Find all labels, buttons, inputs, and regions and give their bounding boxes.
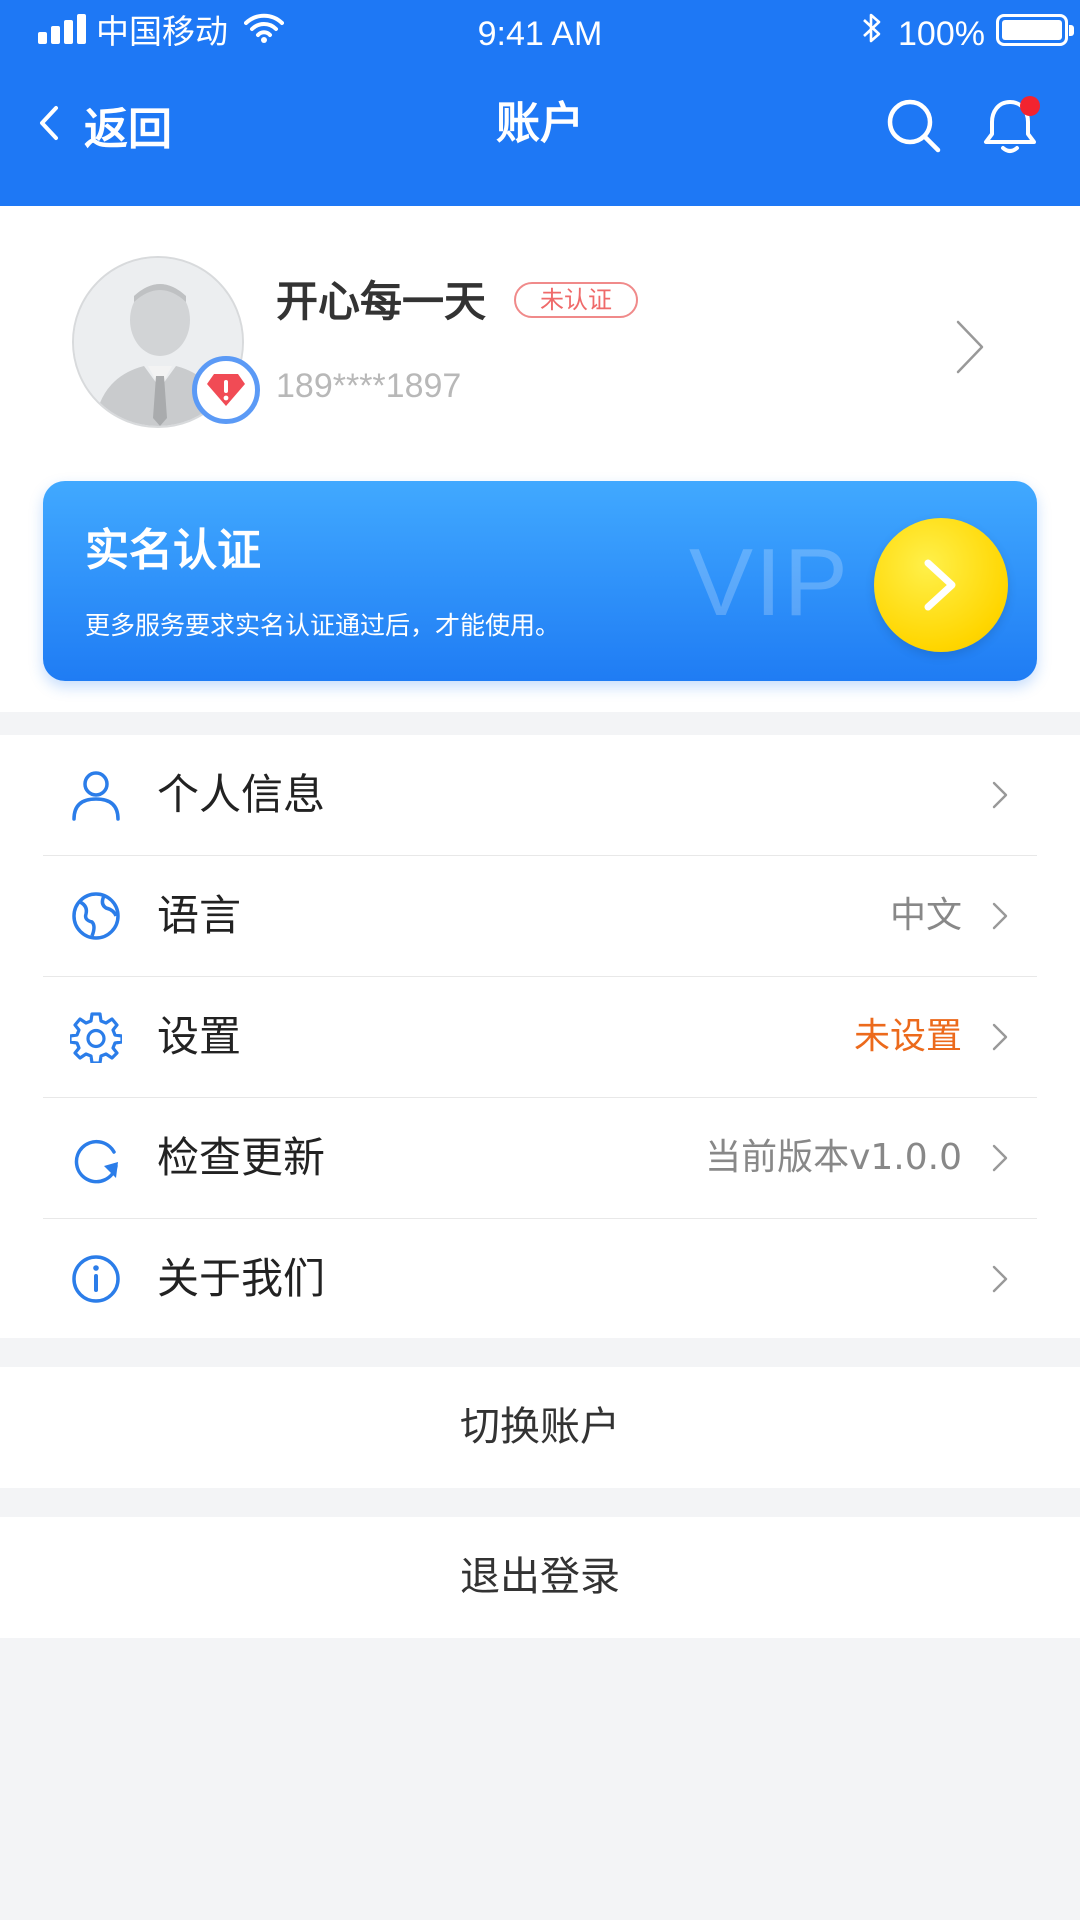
menu-value: 中文 — [889, 895, 962, 936]
menu-item-settings[interactable]: 设置 未设置 — [0, 977, 1080, 1098]
username: 开心每一天 — [276, 277, 487, 326]
profile-section: 开心每一天 未认证 189****1897 实名认证 更多服务要求实名认证通过后… — [0, 206, 1080, 712]
menu-item-personal-info[interactable]: 个人信息 — [0, 735, 1080, 856]
status-bar: 中国移动 9:41 AM 100% — [0, 0, 1080, 66]
back-label: 返回 — [84, 104, 172, 155]
alert-gem-icon — [207, 374, 245, 406]
chevron-right-icon — [990, 1142, 1010, 1178]
gear-icon — [68, 1011, 124, 1065]
search-icon — [887, 99, 941, 153]
verification-status-badge: 未认证 — [514, 282, 638, 318]
logout-button[interactable]: 退出登录 — [0, 1517, 1080, 1638]
menu-label: 检查更新 — [157, 1133, 326, 1182]
bluetooth-icon — [860, 10, 884, 53]
refresh-icon — [70, 1132, 122, 1184]
menu-value: 未设置 — [853, 1016, 962, 1057]
unverified-badge — [192, 356, 260, 424]
menu-value: 当前版本v1.0.0 — [705, 1137, 962, 1178]
chevron-right-icon — [990, 1021, 1010, 1057]
chevron-right-icon — [924, 559, 956, 611]
chevron-right-icon — [952, 318, 988, 380]
menu-label: 设置 — [157, 1012, 242, 1061]
switch-account-button[interactable]: 切换账户 — [0, 1367, 1080, 1488]
chevron-right-icon — [990, 779, 1010, 815]
chevron-left-icon — [36, 102, 62, 148]
menu-label: 关于我们 — [157, 1254, 326, 1303]
menu-item-language[interactable]: 语言 中文 — [0, 856, 1080, 977]
menu-label: 语言 — [157, 891, 242, 940]
notifications-button[interactable] — [978, 94, 1042, 158]
menu-item-about-us[interactable]: 关于我们 — [0, 1219, 1080, 1340]
vip-card-subtitle: 更多服务要求实名认证通过后，才能使用。 — [85, 611, 561, 640]
globe-icon — [70, 890, 122, 942]
menu-label: 个人信息 — [157, 770, 326, 819]
verify-now-button[interactable] — [874, 518, 1008, 652]
info-icon — [70, 1253, 122, 1305]
user-icon — [70, 769, 122, 821]
back-button[interactable]: 返回 — [36, 90, 172, 160]
real-name-verification-card[interactable]: 实名认证 更多服务要求实名认证通过后，才能使用。 VIP — [43, 481, 1037, 681]
notification-dot — [1020, 96, 1040, 116]
search-button[interactable] — [884, 96, 944, 156]
chevron-right-icon — [990, 1263, 1010, 1299]
vip-card-title: 实名认证 — [85, 525, 261, 576]
phone-number: 189****1897 — [276, 367, 462, 405]
battery-percentage: 100% — [898, 15, 985, 53]
battery-fill — [1002, 20, 1062, 40]
battery-icon — [996, 14, 1074, 46]
chevron-right-icon — [990, 900, 1010, 936]
profile-summary[interactable]: 开心每一天 未认证 189****1897 — [0, 206, 1080, 476]
settings-menu: 个人信息 语言 中文 设置 未设置 检查更新 当前版本v1.0.0 关于我们 — [0, 735, 1080, 1338]
menu-item-check-update[interactable]: 检查更新 当前版本v1.0.0 — [0, 1098, 1080, 1219]
vip-watermark: VIP — [689, 529, 850, 636]
app-header: 中国移动 9:41 AM 100% 返回 账户 — [0, 0, 1080, 206]
navigation-bar: 返回 账户 — [0, 76, 1080, 172]
